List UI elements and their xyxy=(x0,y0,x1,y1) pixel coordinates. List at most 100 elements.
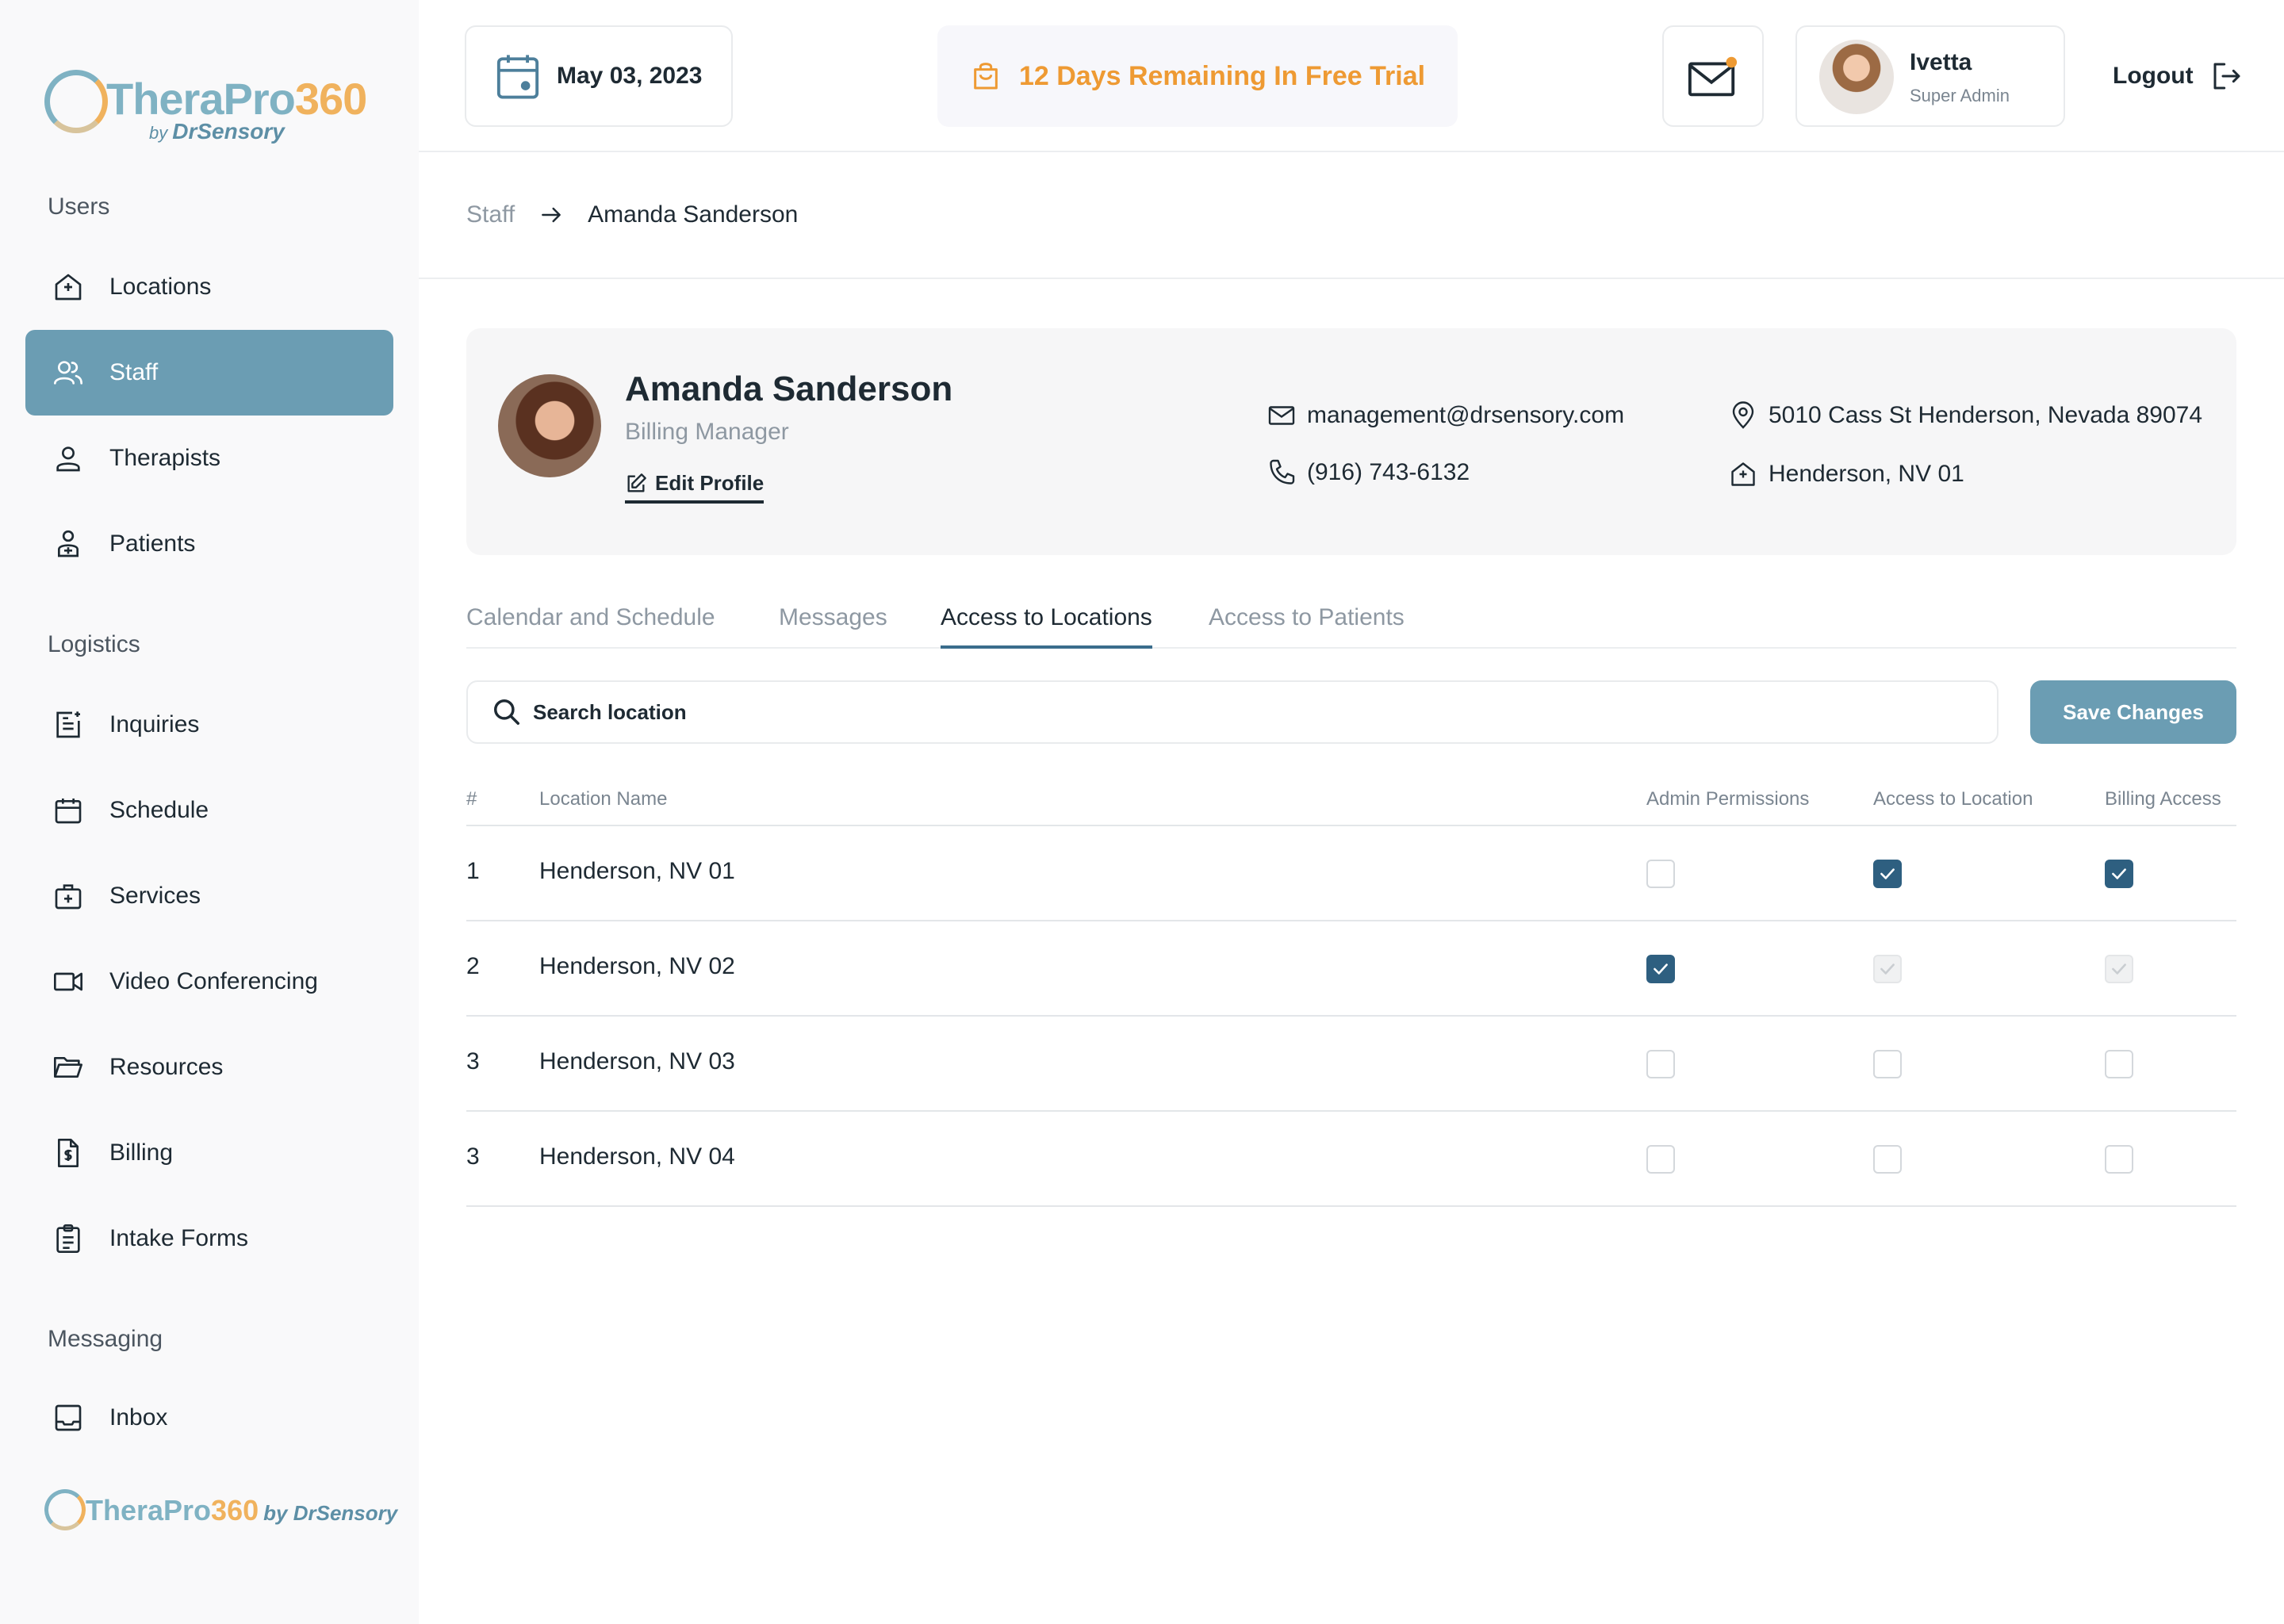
location-name: Henderson, NV 01 xyxy=(539,858,735,884)
sidebar-item-intake-forms[interactable]: Intake Forms xyxy=(25,1196,393,1281)
section-title-messaging: Messaging xyxy=(48,1326,163,1352)
row-number: 1 xyxy=(466,858,480,884)
location-name: Henderson, NV 03 xyxy=(539,1048,735,1074)
edit-icon xyxy=(627,473,646,492)
top-bar: May 03, 2023 12 Days Remaining In Free T… xyxy=(419,0,2284,152)
tab-access-to-patients[interactable]: Access to Patients xyxy=(1209,604,1405,645)
location-home-icon xyxy=(51,270,86,304)
profile-role: Billing Manager xyxy=(625,419,789,445)
sidebar-item-label: Staff xyxy=(109,359,159,385)
location-home-icon xyxy=(1731,462,1755,486)
access-to-location-checkbox xyxy=(1873,955,1902,983)
edit-profile-link[interactable]: Edit Profile xyxy=(625,471,765,504)
user-menu[interactable]: Ivetta Super Admin xyxy=(1795,25,2065,127)
admin-permissions-checkbox[interactable] xyxy=(1646,860,1675,888)
map-pin-icon xyxy=(1732,401,1754,429)
footer-logo: TheraPro360 by DrSensory xyxy=(44,1488,397,1535)
edit-profile-label: Edit Profile xyxy=(655,471,765,495)
logout-button[interactable]: Logout xyxy=(2113,60,2243,92)
tab-messages[interactable]: Messages xyxy=(779,604,887,645)
sidebar-item-therapists[interactable]: Therapists xyxy=(25,416,393,501)
arrow-right-icon xyxy=(542,207,561,223)
column-header-number: # xyxy=(466,788,477,810)
services-icon xyxy=(51,879,86,914)
table-row: 3 Henderson, NV 04 xyxy=(466,1112,2236,1207)
sidebar-item-label: Inquiries xyxy=(109,711,200,737)
breadcrumb: Staff Amanda Sanderson xyxy=(466,201,798,228)
section-title-logistics: Logistics xyxy=(48,631,140,657)
messages-button[interactable] xyxy=(1662,25,1764,127)
check-icon xyxy=(1880,963,1895,975)
calendar-icon xyxy=(496,55,539,99)
save-changes-button[interactable]: Save Changes xyxy=(2030,680,2236,744)
brand-by: by xyxy=(149,123,168,143)
logo-ring-icon xyxy=(44,70,108,133)
users-icon xyxy=(51,355,86,390)
user-icon xyxy=(51,441,86,476)
sidebar-item-services[interactable]: Services xyxy=(25,853,393,939)
sidebar-item-label: Patients xyxy=(109,530,196,557)
app: TheraPro360 by DrSensory Users Locations … xyxy=(0,0,2284,1624)
profile-avatar xyxy=(498,374,601,477)
billing-access-checkbox[interactable] xyxy=(2105,1050,2133,1078)
brand-name-part1: TheraPro xyxy=(106,74,296,124)
footer-brand-by: by xyxy=(263,1501,288,1525)
sidebar: TheraPro360 by DrSensory Users Locations … xyxy=(0,0,419,1624)
billing-icon xyxy=(51,1136,86,1170)
profile-card: Amanda Sanderson Billing Manager Edit Pr… xyxy=(466,328,2236,555)
billing-access-checkbox[interactable] xyxy=(2105,860,2133,888)
sidebar-item-label: Services xyxy=(109,883,201,909)
location-name: Henderson, NV 04 xyxy=(539,1143,735,1170)
check-icon xyxy=(2112,868,2126,879)
access-to-location-checkbox[interactable] xyxy=(1873,860,1902,888)
logout-icon xyxy=(2213,63,2240,90)
sidebar-item-resources[interactable]: Resources xyxy=(25,1025,393,1110)
column-header-access-to-location: Access to Location xyxy=(1873,788,2033,810)
search-box xyxy=(466,680,1998,744)
calendar-icon xyxy=(51,793,86,828)
trial-banner[interactable]: 12 Days Remaining In Free Trial xyxy=(937,25,1458,127)
column-header-location-name: Location Name xyxy=(539,788,668,810)
sidebar-item-inbox[interactable]: Inbox xyxy=(25,1375,393,1461)
sidebar-item-patients[interactable]: Patients xyxy=(25,501,393,587)
profile-name: Amanda Sanderson xyxy=(625,370,953,408)
clipboard-icon xyxy=(51,1221,86,1256)
sidebar-item-inquiries[interactable]: Inquiries xyxy=(25,682,393,768)
table-header: # Location Name Admin Permissions Access… xyxy=(466,777,2236,826)
sidebar-item-billing[interactable]: Billing xyxy=(25,1110,393,1196)
row-number: 3 xyxy=(466,1143,480,1170)
logo-ring-icon xyxy=(44,1489,86,1530)
admin-permissions-checkbox[interactable] xyxy=(1646,1145,1675,1174)
access-to-location-checkbox[interactable] xyxy=(1873,1145,1902,1174)
footer-brand-part2: 360 xyxy=(211,1494,259,1526)
access-to-location-checkbox[interactable] xyxy=(1873,1050,1902,1078)
admin-permissions-checkbox[interactable] xyxy=(1646,1050,1675,1078)
date-display[interactable]: May 03, 2023 xyxy=(465,25,733,127)
phone-icon xyxy=(1270,459,1295,485)
sidebar-item-staff[interactable]: Staff xyxy=(25,330,393,416)
tab-calendar-and-schedule[interactable]: Calendar and Schedule xyxy=(466,604,715,645)
folder-icon xyxy=(51,1050,86,1085)
video-icon xyxy=(51,964,86,999)
profile-tabs: Calendar and Schedule Messages Access to… xyxy=(466,596,2236,649)
profile-phone: (916) 743-6132 xyxy=(1267,458,1470,487)
admin-permissions-checkbox[interactable] xyxy=(1646,955,1675,983)
profile-email: management@drsensory.com xyxy=(1267,401,1624,430)
tab-access-to-locations[interactable]: Access to Locations xyxy=(941,604,1152,649)
table-body: 1 Henderson, NV 01 2 Henderson, NV 02 3 Hende… xyxy=(466,826,2236,1207)
brand-logo[interactable]: TheraPro360 by DrSensory xyxy=(44,65,377,152)
billing-access-checkbox[interactable] xyxy=(2105,1145,2133,1174)
sidebar-item-video-conferencing[interactable]: Video Conferencing xyxy=(25,939,393,1025)
patient-icon xyxy=(51,527,86,561)
section-title-users: Users xyxy=(48,193,110,220)
sidebar-item-label: Video Conferencing xyxy=(109,968,318,994)
footer-brand-part1: TheraPro xyxy=(86,1494,212,1526)
sidebar-item-schedule[interactable]: Schedule xyxy=(25,768,393,853)
search-location-input[interactable] xyxy=(533,699,1881,725)
profile-phone-text: (916) 743-6132 xyxy=(1307,459,1470,485)
sidebar-item-label: Billing xyxy=(109,1139,174,1166)
user-role: Super Admin xyxy=(1910,86,2010,105)
sidebar-item-locations[interactable]: Locations xyxy=(25,244,393,330)
breadcrumb-parent[interactable]: Staff xyxy=(466,201,515,228)
billing-access-checkbox xyxy=(2105,955,2133,983)
